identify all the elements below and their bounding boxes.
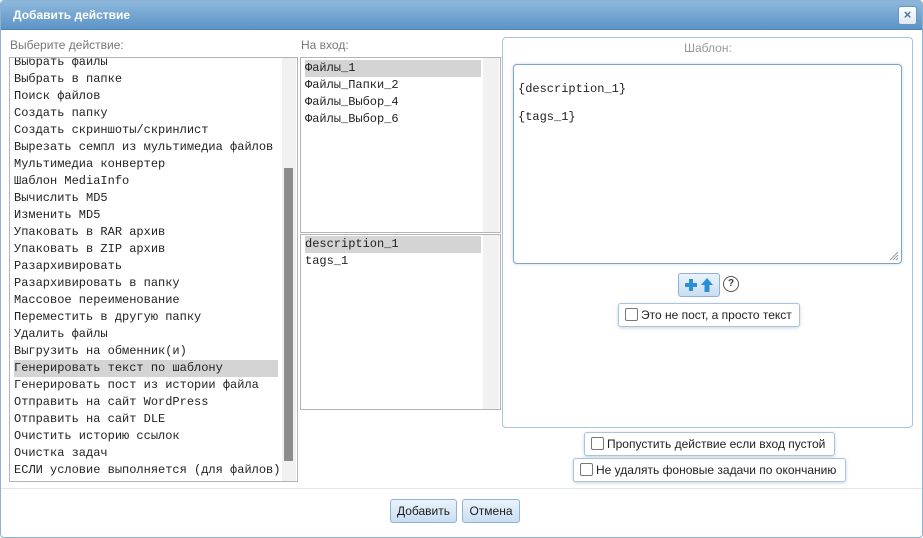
list-item[interactable]: Выбрать в папке	[14, 71, 278, 88]
not-post-checkbox[interactable]: Это не пост, а просто текст	[618, 303, 800, 327]
arrow-up-icon	[701, 278, 713, 292]
skip-empty-label: Пропустить действие если вход пустой	[607, 437, 826, 451]
variables-scrollbar[interactable]	[483, 235, 499, 409]
list-item[interactable]: Выгрузить на обменник(и)	[14, 343, 278, 360]
keep-tasks-checkbox[interactable]: Не удалять фоновые задачи по окончанию	[573, 458, 846, 482]
list-item[interactable]: Поиск файлов	[14, 88, 278, 105]
list-item[interactable]: Отправить на сайт DLE	[14, 411, 278, 428]
template-textarea[interactable]: {description_1} {tags_1}	[513, 64, 902, 264]
list-item[interactable]: Генерировать пост из истории файла	[14, 377, 278, 394]
list-item[interactable]: Разархивировать	[14, 258, 278, 275]
list-item[interactable]: Шаблон MediaInfo	[14, 173, 278, 190]
checkbox-icon[interactable]	[580, 463, 593, 476]
actions-scrollbar-thumb[interactable]	[284, 168, 293, 461]
list-item[interactable]: Файлы_Папки_2	[305, 77, 481, 94]
cancel-button[interactable]: Отмена	[462, 499, 520, 523]
footer-divider	[1, 488, 922, 489]
list-item[interactable]: Упаковать в RAR архив	[14, 224, 278, 241]
insert-variable-button[interactable]	[678, 273, 720, 297]
list-item[interactable]: Вычислить MD5	[14, 190, 278, 207]
list-item[interactable]: Очистка задач	[14, 445, 278, 462]
actions-list[interactable]: Выбрать файлы Выбрать в папке Поиск файлов…	[9, 57, 298, 482]
list-item[interactable]: Упаковать в ZIP архив	[14, 241, 278, 258]
template-line: {tags_1}	[518, 110, 576, 124]
close-icon[interactable]: ×	[898, 6, 917, 25]
add-action-dialog: Добавить действие × Выберите действие: Н…	[0, 0, 923, 538]
list-item[interactable]: Файлы_1	[305, 60, 481, 77]
inputs-list[interactable]: Файлы_1 Файлы_Папки_2 Файлы_Выбор_4 Файлы_В…	[300, 57, 501, 233]
variables-list[interactable]: description_1 tags_1	[300, 234, 501, 410]
list-item[interactable]: Отправить на сайт WordPress	[14, 394, 278, 411]
template-label: Шаблон:	[684, 41, 732, 55]
checkbox-icon[interactable]	[625, 308, 638, 321]
keep-tasks-label: Не удалять фоновые задачи по окончанию	[596, 463, 837, 477]
not-post-label: Это не пост, а просто текст	[641, 308, 792, 322]
help-icon[interactable]: ?	[723, 276, 739, 292]
list-item[interactable]: Выбрать файлы	[14, 58, 278, 71]
list-item[interactable]: Мультимедиа конвертер	[14, 156, 278, 173]
list-item[interactable]: tags_1	[305, 253, 481, 270]
add-button[interactable]: Добавить	[390, 499, 457, 523]
checkbox-icon[interactable]	[591, 437, 604, 450]
list-item[interactable]: Файлы_Выбор_6	[305, 111, 481, 128]
resize-grip-icon[interactable]	[889, 251, 899, 261]
list-item[interactable]: ЕСЛИ условие выполняется (для файлов)	[14, 462, 280, 479]
list-item[interactable]: Изменить MD5	[14, 207, 278, 224]
inputs-scrollbar[interactable]	[483, 58, 499, 232]
list-item[interactable]: Создать папку	[14, 105, 278, 122]
list-item[interactable]: Массовое переименование	[14, 292, 278, 309]
list-item[interactable]: Переместить в другую папку	[14, 309, 278, 326]
template-line: {description_1}	[518, 82, 627, 96]
list-item[interactable]: Удалить файлы	[14, 326, 278, 343]
list-item[interactable]: Вырезать семпл из мультимедиа файлов	[14, 139, 278, 156]
list-item[interactable]: Создать скриншоты/скринлист	[14, 122, 278, 139]
actions-label: Выберите действие:	[10, 38, 124, 52]
inputs-label: На вход:	[301, 38, 349, 52]
list-item[interactable]: Генерировать текст по шаблону	[14, 360, 278, 377]
dialog-title: Добавить действие	[13, 8, 131, 22]
skip-empty-checkbox[interactable]: Пропустить действие если вход пустой	[584, 432, 835, 456]
list-item[interactable]: Разархивировать в папку	[14, 275, 278, 292]
list-item[interactable]: description_1	[305, 236, 481, 253]
list-item[interactable]: Файлы_Выбор_4	[305, 94, 481, 111]
list-item[interactable]: Очистить историю ссылок	[14, 428, 278, 445]
dialog-titlebar[interactable]: Добавить действие ×	[1, 1, 922, 30]
